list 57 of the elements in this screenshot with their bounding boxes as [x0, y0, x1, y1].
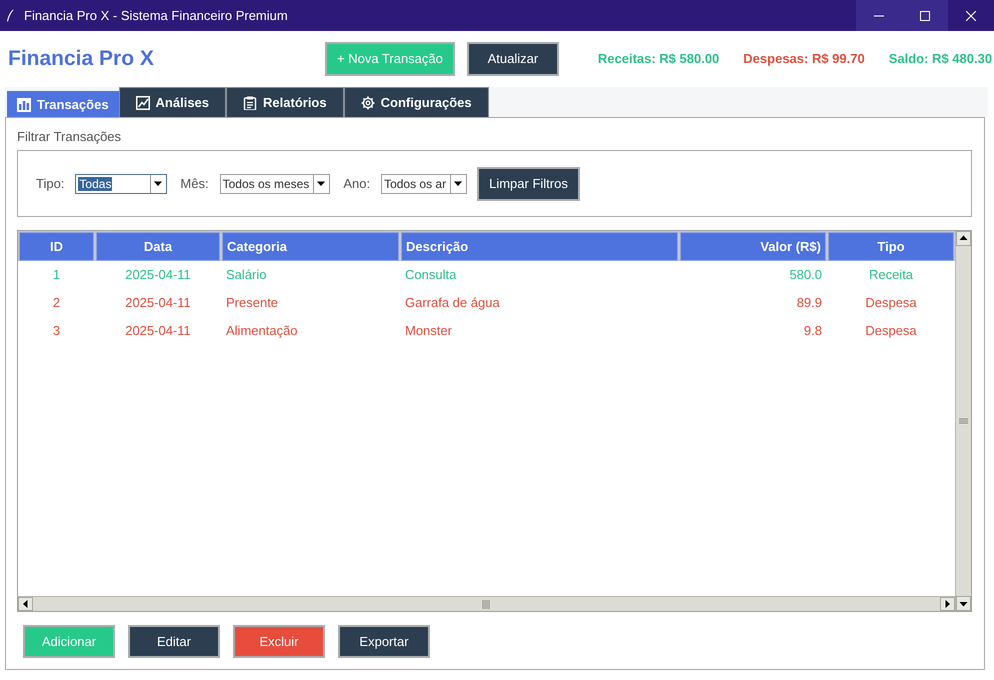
table-cell-text: Salário [225, 266, 268, 284]
column-header[interactable]: ID [19, 232, 94, 261]
tab[interactable]: Relatórios [226, 87, 344, 117]
summary-total: Despesas: R$ 99.70 [743, 50, 865, 68]
column-header[interactable]: Valor (R$) [680, 232, 826, 261]
column-header[interactable]: Tipo [828, 232, 954, 261]
year-dropdown[interactable]: Todos os ar [381, 174, 468, 194]
app-title: Financia Pro X [8, 47, 154, 70]
table-cell-text: Alimentação [225, 322, 299, 340]
clear-filters-button[interactable]: Limpar Filtros [477, 166, 580, 200]
grip-icon[interactable] [482, 600, 491, 608]
table-cell-text: Despesa [864, 322, 918, 340]
table-cell-text: Receita [868, 266, 914, 284]
bar-chart-icon [17, 98, 31, 112]
tab[interactable]: Análises [118, 87, 226, 117]
refresh-button[interactable]: Atualizar [466, 42, 559, 76]
month-dropdown[interactable]: Todos os meses [220, 174, 330, 194]
filter-label: Ano: [343, 174, 370, 193]
tab[interactable]: Transações [7, 91, 119, 117]
filter-label: Tipo: [36, 174, 64, 193]
table-cell-text: Consulta [404, 266, 458, 284]
horizontal-scrollbar[interactable] [18, 596, 955, 611]
table-cell-text: 2025-04-11 [124, 266, 192, 284]
table-cell-text: 2 [52, 294, 62, 312]
table-cell-text: Despesa [864, 294, 918, 312]
grip-icon[interactable] [959, 418, 968, 424]
tab[interactable]: Configurações [344, 87, 489, 117]
vertical-scrollbar[interactable] [955, 231, 971, 611]
delete-button[interactable]: Excluir [233, 625, 325, 658]
summary-total: Saldo: R$ 480.30 [888, 50, 992, 68]
table-cell-text: 9.8 [802, 322, 823, 340]
close-icon [966, 10, 976, 20]
summary-total: Receitas: R$ 580.00 [598, 50, 720, 68]
table-cell-text: 89.9 [796, 294, 823, 312]
type-dropdown[interactable]: Todas [75, 174, 168, 194]
window-title: Financia Pro X - Sistema Financeiro Premium [24, 6, 288, 25]
table-cell-text: 2025-04-11 [124, 294, 192, 312]
table-cell-text: 3 [52, 322, 62, 340]
filter-label: Mês: [180, 174, 209, 193]
table-cell-text: Presente [225, 294, 280, 312]
table-cell-text: Garrafa de água [404, 294, 501, 312]
export-button[interactable]: Exportar [338, 625, 430, 658]
section-label: Filtrar Transações [17, 128, 122, 146]
gear-icon [360, 96, 375, 110]
column-header[interactable]: Categoria [222, 232, 399, 261]
clipboard-icon [243, 96, 258, 110]
column-header[interactable]: Data [96, 232, 220, 261]
table-cell-text: 1 [52, 266, 62, 284]
line-chart-icon [136, 96, 150, 110]
column-header[interactable]: Descrição [401, 232, 678, 261]
feather-icon [6, 9, 14, 22]
maximize-button[interactable] [902, 0, 948, 31]
table-cell-text: 580.0 [788, 266, 823, 284]
table-cell-text: Monster [404, 322, 453, 340]
table-cell-text: 2025-04-11 [124, 322, 192, 340]
maximize-icon [920, 10, 930, 20]
edit-button[interactable]: Editar [128, 625, 220, 658]
